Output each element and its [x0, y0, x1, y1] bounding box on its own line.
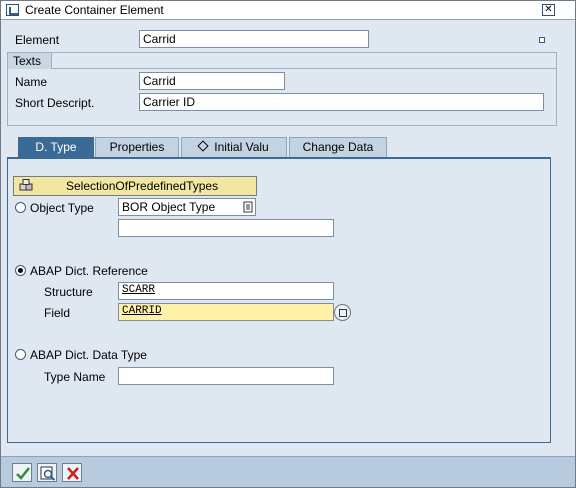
name-label: Name: [15, 75, 48, 89]
abap-dict-reference-radio[interactable]: [15, 265, 26, 276]
structure-label: Structure: [44, 285, 93, 299]
dropdown-list-icon: [243, 201, 253, 213]
tab-properties-label: Properties: [109, 140, 165, 154]
object-type-label: Object Type: [30, 201, 94, 215]
tab-change-data[interactable]: Change Data: [289, 137, 387, 157]
structure-field[interactable]: SCARR: [118, 282, 334, 300]
cancel-button[interactable]: [62, 463, 82, 482]
check-icon: [40, 466, 56, 481]
tab-properties[interactable]: Properties: [95, 137, 179, 157]
selection-predefined-types-button[interactable]: SelectionOfPredefinedTypes: [13, 176, 257, 196]
element-field[interactable]: Carrid: [139, 30, 369, 48]
tab-initial-value[interactable]: Initial Valu: [181, 137, 287, 157]
name-field[interactable]: Carrid: [139, 72, 285, 90]
texts-divider: [52, 68, 556, 69]
check-button[interactable]: [37, 463, 57, 482]
close-icon[interactable]: ✕: [542, 4, 555, 16]
bottom-toolbar: [1, 456, 575, 487]
abap-dict-data-type-radio[interactable]: [15, 349, 26, 360]
confirm-icon: [16, 467, 30, 480]
texts-header: Texts: [8, 53, 52, 69]
value-help-icon[interactable]: [334, 304, 351, 321]
object-type-dropdown[interactable]: BOR Object Type: [118, 198, 256, 216]
tab-d-type-label: D. Type: [35, 140, 77, 154]
element-label: Element: [15, 33, 60, 47]
diamond-icon: [197, 140, 209, 152]
type-name-label: Type Name: [44, 370, 106, 384]
abap-dict-data-type-label: ABAP Dict. Data Type: [30, 348, 147, 362]
window-icon: [6, 4, 19, 16]
tab-d-type[interactable]: D. Type: [18, 137, 94, 157]
options-square-icon[interactable]: [539, 37, 545, 43]
title-bar: Create Container Element ✕: [1, 1, 575, 20]
selection-predefined-types-label: SelectionOfPredefinedTypes: [66, 179, 219, 193]
type-name-field[interactable]: [118, 367, 334, 385]
cancel-icon: [67, 467, 79, 480]
texts-section-label: Texts: [13, 54, 42, 68]
short-description-label: Short Descript.: [15, 96, 95, 110]
cubes-icon: [19, 179, 33, 191]
abap-dict-reference-label: ABAP Dict. Reference: [30, 264, 148, 278]
tab-change-data-label: Change Data: [302, 140, 374, 154]
field-label: Field: [44, 306, 71, 320]
window-title: Create Container Element: [25, 3, 164, 17]
create-container-element-dialog: Create Container Element ✕ Element Carri…: [0, 0, 576, 488]
field-field[interactable]: CARRID: [118, 303, 334, 321]
object-type-radio[interactable]: [15, 202, 26, 213]
object-type-extra-field[interactable]: [118, 219, 334, 237]
tab-initial-value-label: Initial Valu: [214, 140, 269, 154]
short-description-field[interactable]: Carrier ID: [139, 93, 544, 111]
tab-panel-d-type: [7, 157, 551, 443]
object-type-value: BOR Object Type: [122, 200, 216, 214]
confirm-button[interactable]: [12, 463, 32, 482]
